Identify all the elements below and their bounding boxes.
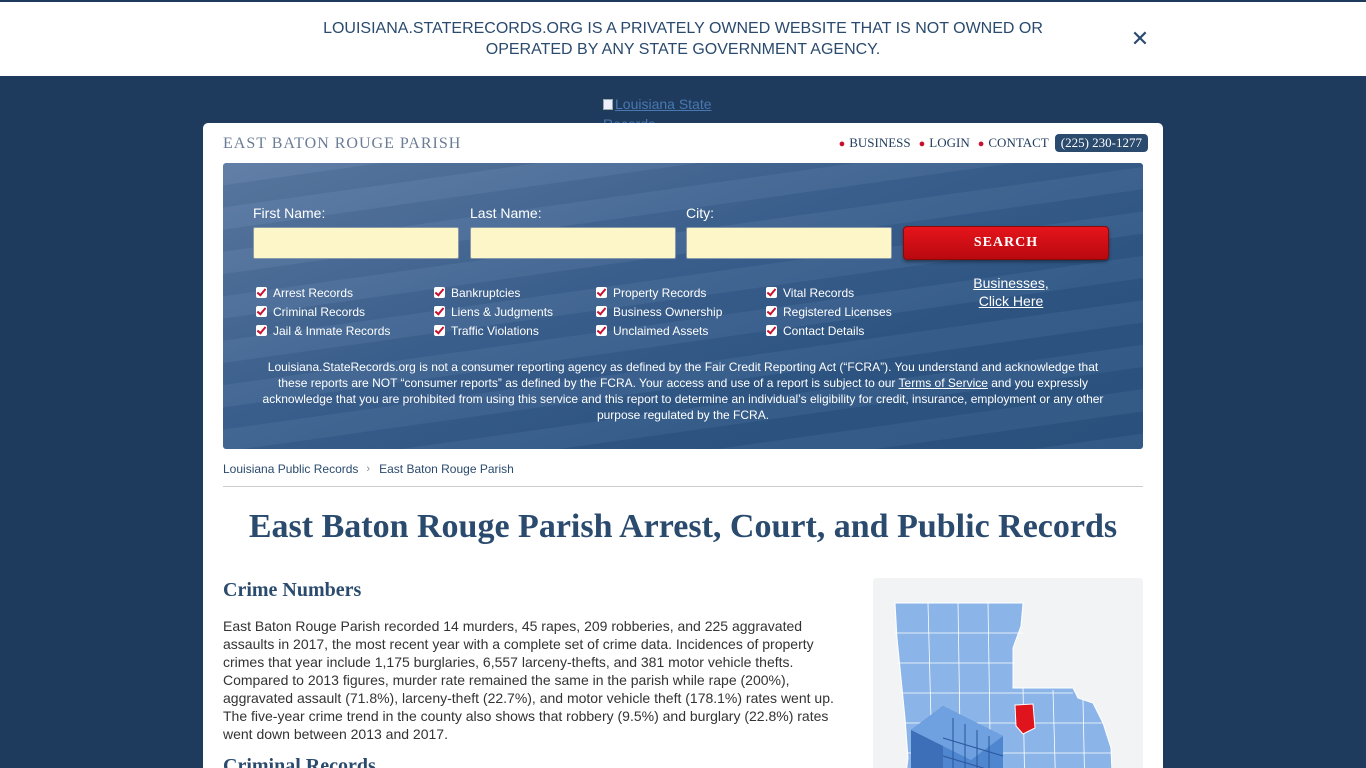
checkbox-registered-licenses[interactable]: Registered Licenses — [766, 302, 892, 321]
nav-business-link[interactable]: ● BUSINESS — [839, 135, 911, 151]
fcra-disclaimer: Louisiana.StateRecords.org is not a cons… — [253, 359, 1113, 423]
bullet-icon: ● — [977, 138, 985, 150]
checkbox-column: Arrest Records Criminal Records Jail & I… — [256, 283, 390, 340]
checkbox-traffic-violations[interactable]: Traffic Violations — [434, 321, 553, 340]
checkbox-column: Bankruptcies Liens & Judgments Traffic V… — [434, 283, 553, 340]
checkbox-label: Registered Licenses — [783, 304, 892, 319]
checkbox-checked-icon[interactable] — [434, 306, 445, 317]
crime-numbers-text: East Baton Rouge Parish recorded 14 murd… — [223, 618, 834, 742]
businesses-link[interactable]: Businesses, Click Here — [961, 274, 1061, 310]
checkbox-label: Arrest Records — [273, 285, 354, 300]
checkbox-checked-icon[interactable] — [256, 325, 267, 336]
checkbox-column: Vital Records Registered Licenses Contac… — [766, 283, 892, 340]
last-name-input[interactable] — [470, 227, 676, 259]
checkbox-label: Unclaimed Assets — [613, 323, 709, 338]
checkbox-label: Property Records — [613, 285, 707, 300]
top-nav: ● BUSINESS ● LOGIN ● CONTACT (225) 230-1277 — [831, 134, 1148, 152]
disclaimer-line: OPERATED BY ANY STATE GOVERNMENT AGENCY. — [485, 41, 881, 58]
checkbox-criminal-records[interactable]: Criminal Records — [256, 302, 390, 321]
first-name-input[interactable] — [253, 227, 459, 259]
checkbox-checked-icon[interactable] — [596, 287, 607, 298]
checkbox-label: Contact Details — [783, 323, 865, 338]
nav-contact-link[interactable]: ● CONTACT — [978, 135, 1049, 151]
checkbox-label: Bankruptcies — [451, 285, 521, 300]
nav-label: CONTACT — [988, 135, 1049, 150]
first-name-label: First Name: — [253, 205, 326, 221]
checkbox-checked-icon[interactable] — [434, 287, 445, 298]
checkbox-checked-icon[interactable] — [256, 287, 267, 298]
checkbox-label: Criminal Records — [273, 304, 366, 319]
checkbox-property-records[interactable]: Property Records — [596, 283, 722, 302]
search-button[interactable]: SEARCH — [903, 226, 1109, 260]
parish-header: EAST BATON ROUGE PARISH — [223, 135, 462, 152]
disclaimer-line: LOUISIANA.STATERECORDS.ORG IS A PRIVATEL… — [323, 20, 1043, 37]
checkbox-checked-icon[interactable] — [596, 325, 607, 336]
checkbox-checked-icon[interactable] — [434, 325, 445, 336]
checkbox-vital-records[interactable]: Vital Records — [766, 283, 892, 302]
search-panel: First Name: Last Name: City: SEARCH Arre… — [223, 163, 1143, 449]
nav-label: BUSINESS — [849, 135, 911, 150]
close-icon[interactable]: ✕ — [1128, 27, 1152, 51]
checkbox-bankruptcies[interactable]: Bankruptcies — [434, 283, 553, 302]
chevron-right-icon: › — [366, 463, 371, 475]
disclaimer-text: LOUISIANA.STATERECORDS.ORG IS A PRIVATEL… — [283, 18, 1083, 60]
page-title: East Baton Rouge Parish Arrest, Court, a… — [248, 508, 1118, 545]
checkbox-checked-icon[interactable] — [766, 325, 777, 336]
divider — [223, 486, 1143, 487]
nav-login-link[interactable]: ● LOGIN — [919, 135, 970, 151]
city-label: City: — [686, 205, 714, 221]
last-name-label: Last Name: — [470, 205, 542, 221]
logo-alt-text: Louisiana State — [615, 96, 712, 112]
nav-label: LOGIN — [929, 135, 970, 150]
crime-numbers-heading: Crime Numbers — [223, 579, 362, 601]
phone-badge[interactable]: (225) 230-1277 — [1054, 134, 1148, 152]
checkbox-arrest-records[interactable]: Arrest Records — [256, 283, 390, 302]
bullet-icon: ● — [838, 138, 846, 150]
checkbox-liens-judgments[interactable]: Liens & Judgments — [434, 302, 553, 321]
checkbox-contact-details[interactable]: Contact Details — [766, 321, 892, 340]
checkbox-label: Business Ownership — [613, 304, 723, 319]
louisiana-map-icon — [894, 602, 1113, 768]
terms-of-service-link[interactable]: Terms of Service — [899, 376, 988, 390]
disclaimer-banner: LOUISIANA.STATERECORDS.ORG IS A PRIVATEL… — [0, 2, 1366, 76]
main-card: EAST BATON ROUGE PARISH ● BUSINESS ● LOGIN… — [203, 123, 1163, 768]
breadcrumb-home-link[interactable]: Louisiana Public Records — [223, 462, 358, 476]
checkbox-label: Liens & Judgments — [451, 304, 554, 319]
checkbox-checked-icon[interactable] — [256, 306, 267, 317]
checkbox-checked-icon[interactable] — [766, 306, 777, 317]
checkbox-label: Traffic Violations — [451, 323, 539, 338]
criminal-records-heading: Criminal Records — [223, 755, 376, 768]
checkbox-checked-icon[interactable] — [596, 306, 607, 317]
broken-image-icon — [603, 99, 613, 110]
checkbox-business-ownership[interactable]: Business Ownership — [596, 302, 722, 321]
checkbox-unclaimed-assets[interactable]: Unclaimed Assets — [596, 321, 722, 340]
checkbox-column: Property Records Business Ownership Uncl… — [596, 283, 722, 340]
businesses-link-line: Businesses, — [973, 275, 1049, 291]
bullet-icon: ● — [918, 138, 926, 150]
breadcrumb-current: East Baton Rouge Parish — [379, 462, 514, 476]
businesses-link-line: Click Here — [978, 293, 1044, 309]
checkbox-label: Jail & Inmate Records — [273, 323, 391, 338]
checkbox-jail-inmate-records[interactable]: Jail & Inmate Records — [256, 321, 390, 340]
breadcrumb: Louisiana Public Records › East Baton Ro… — [223, 462, 514, 476]
checkbox-checked-icon[interactable] — [766, 287, 777, 298]
checkbox-label: Vital Records — [783, 285, 855, 300]
parish-map — [873, 578, 1143, 768]
city-input[interactable] — [686, 227, 892, 259]
